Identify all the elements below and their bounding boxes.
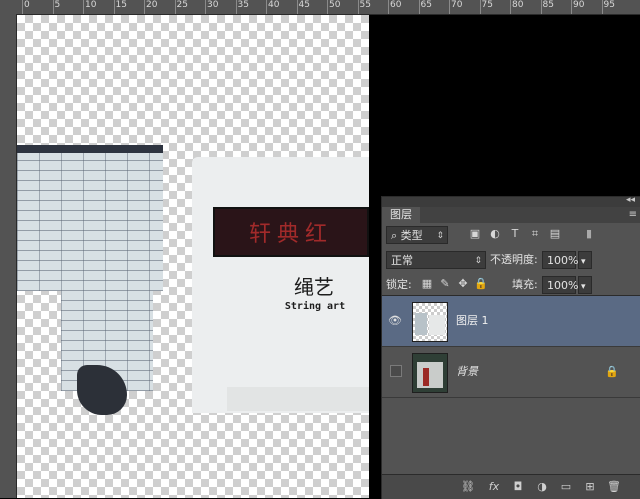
- chevron-updown-icon: ⇕: [436, 231, 444, 241]
- adjustment-layer-icon[interactable]: ◑: [534, 479, 550, 495]
- ruler-label: 40: [268, 0, 280, 10]
- type-filter-icon[interactable]: T: [508, 227, 522, 241]
- new-group-icon[interactable]: ▭: [558, 479, 574, 495]
- fill-input[interactable]: 100%: [542, 276, 579, 294]
- thumb-photo: [417, 362, 443, 388]
- fill-dropdown[interactable]: ▾: [578, 276, 592, 294]
- thumb-wall: [429, 315, 445, 335]
- sign-board: 轩典红: [213, 207, 369, 257]
- panel-menu-icon[interactable]: ≡: [629, 209, 637, 220]
- delete-layer-icon[interactable]: 🗑: [606, 479, 622, 495]
- shape-filter-icon[interactable]: ⌗: [528, 227, 542, 241]
- panel-header-bar: ◂◂: [382, 195, 640, 207]
- ruler-label: 30: [207, 0, 219, 10]
- filter-toggle-icon[interactable]: ▮: [582, 227, 596, 241]
- lock-position-icon[interactable]: ✥: [456, 277, 470, 291]
- visibility-toggle[interactable]: [390, 365, 402, 377]
- ruler-label: 0: [24, 0, 30, 10]
- vertical-ruler: [0, 14, 17, 498]
- ruler-label: 95: [603, 0, 615, 10]
- visibility-eye-icon[interactable]: 👁: [388, 314, 402, 328]
- add-mask-icon[interactable]: ◘: [510, 479, 526, 495]
- new-layer-icon[interactable]: ⊞: [582, 479, 598, 495]
- ruler-label: 35: [237, 0, 249, 10]
- wall-subtitle: String art: [284, 301, 346, 312]
- layer-name[interactable]: 背景: [456, 363, 478, 379]
- filter-row: ⌕ 类型 ⇕ ▣ ◐ T ⌗ ▤ ▮: [382, 223, 640, 248]
- opacity-label: 不透明度:: [490, 253, 538, 266]
- collapse-icon[interactable]: ◂◂: [626, 195, 635, 205]
- layer-row[interactable]: 背景 🔒: [382, 347, 640, 398]
- layers-bottom-toolbar: ⛓ fx ◘ ◑ ▭ ⊞ 🗑: [382, 474, 640, 499]
- ruler-label: 90: [573, 0, 585, 10]
- layer-name[interactable]: 图层 1: [456, 312, 489, 328]
- ruler-label: 20: [146, 0, 158, 10]
- ruler-label: 15: [115, 0, 127, 10]
- tab-layers[interactable]: 图层: [382, 207, 420, 223]
- ruler-label: 70: [451, 0, 463, 10]
- lock-icon: 🔒: [605, 365, 619, 378]
- panel-tabbar: 图层 ≡: [382, 207, 640, 223]
- filter-kind-select[interactable]: ⌕ 类型 ⇕: [386, 226, 448, 244]
- lock-label: 锁定:: [386, 278, 412, 291]
- ruler-label: 55: [359, 0, 371, 10]
- ruler-label: 25: [176, 0, 188, 10]
- opacity-value: 100%: [547, 254, 579, 267]
- lock-all-icon[interactable]: 🔒: [474, 277, 488, 291]
- opacity-dropdown[interactable]: ▾: [578, 251, 592, 269]
- layer-thumbnail[interactable]: [412, 353, 448, 393]
- fill-value: 100%: [547, 279, 579, 292]
- link-layers-icon[interactable]: ⛓: [460, 479, 476, 495]
- fill-label: 填充:: [512, 278, 538, 291]
- chevron-updown-icon: ⇕: [474, 256, 482, 266]
- lock-transparent-icon[interactable]: ▦: [420, 277, 434, 291]
- wall-base: [227, 387, 369, 411]
- ruler-label: 10: [85, 0, 97, 10]
- layers-list: 👁 图层 1 背景 🔒: [382, 295, 640, 468]
- filter-kind-label: 类型: [400, 229, 423, 242]
- ruler-label: 80: [512, 0, 524, 10]
- ruler-label: 85: [542, 0, 554, 10]
- adjustment-filter-icon[interactable]: ◐: [488, 227, 502, 241]
- ruler-label: 50: [329, 0, 341, 10]
- ruler-label: 65: [420, 0, 432, 10]
- ruler-label: 5: [54, 0, 61, 10]
- lock-image-icon[interactable]: ✎: [438, 277, 452, 291]
- search-icon: ⌕: [391, 229, 401, 242]
- ruler-label: 60: [390, 0, 402, 10]
- smart-object-filter-icon[interactable]: ▤: [548, 227, 562, 241]
- layers-panel: ◂◂ 图层 ≡ ⌕ 类型 ⇕ ▣ ◐ T ⌗ ▤ ▮ 正常 ⇕ 不透明度: 10…: [381, 195, 640, 499]
- thumb-brick: [415, 313, 427, 335]
- layer-style-fx-icon[interactable]: fx: [486, 479, 502, 495]
- sign-text: 轩典红: [248, 222, 333, 247]
- document-canvas[interactable]: 轩典红 绳艺 String art: [17, 15, 369, 498]
- ruler-label: 45: [298, 0, 310, 10]
- opacity-input[interactable]: 100%: [542, 251, 579, 269]
- chevron-down-icon: ▾: [581, 257, 586, 267]
- ruler-label: 75: [481, 0, 493, 10]
- wall-title: 绳艺: [294, 275, 334, 299]
- pixel-filter-icon[interactable]: ▣: [468, 227, 482, 241]
- horizontal-ruler: 0 5 10 15 20 25 30 35 40 45 50 55 60 65 70 75 80 85 90 95: [0, 0, 640, 15]
- brick-wall-upper: [17, 145, 163, 291]
- blend-mode-value: 正常: [391, 254, 413, 267]
- thumb-door: [423, 368, 429, 386]
- blend-row: 正常 ⇕ 不透明度: 100% ▾: [382, 248, 640, 273]
- blend-mode-select[interactable]: 正常 ⇕: [386, 251, 486, 269]
- chevron-down-icon: ▾: [581, 282, 586, 292]
- layer-thumbnail[interactable]: [412, 302, 448, 342]
- layer-row[interactable]: 👁 图层 1: [382, 296, 640, 347]
